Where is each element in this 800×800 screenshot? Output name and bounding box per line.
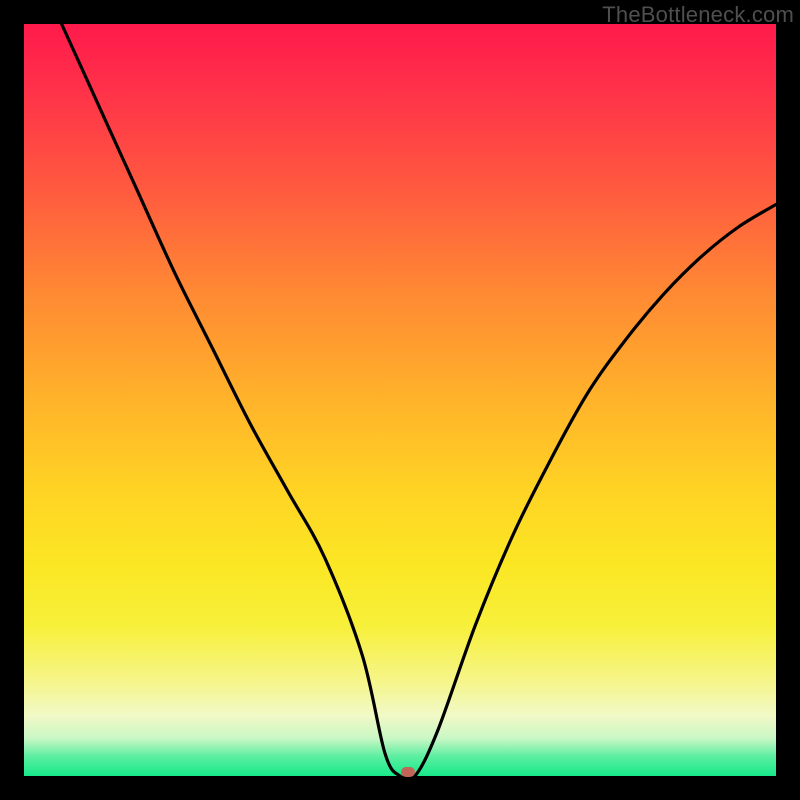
curve-path bbox=[62, 24, 776, 780]
bottleneck-curve bbox=[24, 24, 776, 776]
plot-area bbox=[24, 24, 776, 776]
optimal-point-marker bbox=[401, 767, 415, 777]
chart-frame: TheBottleneck.com bbox=[0, 0, 800, 800]
